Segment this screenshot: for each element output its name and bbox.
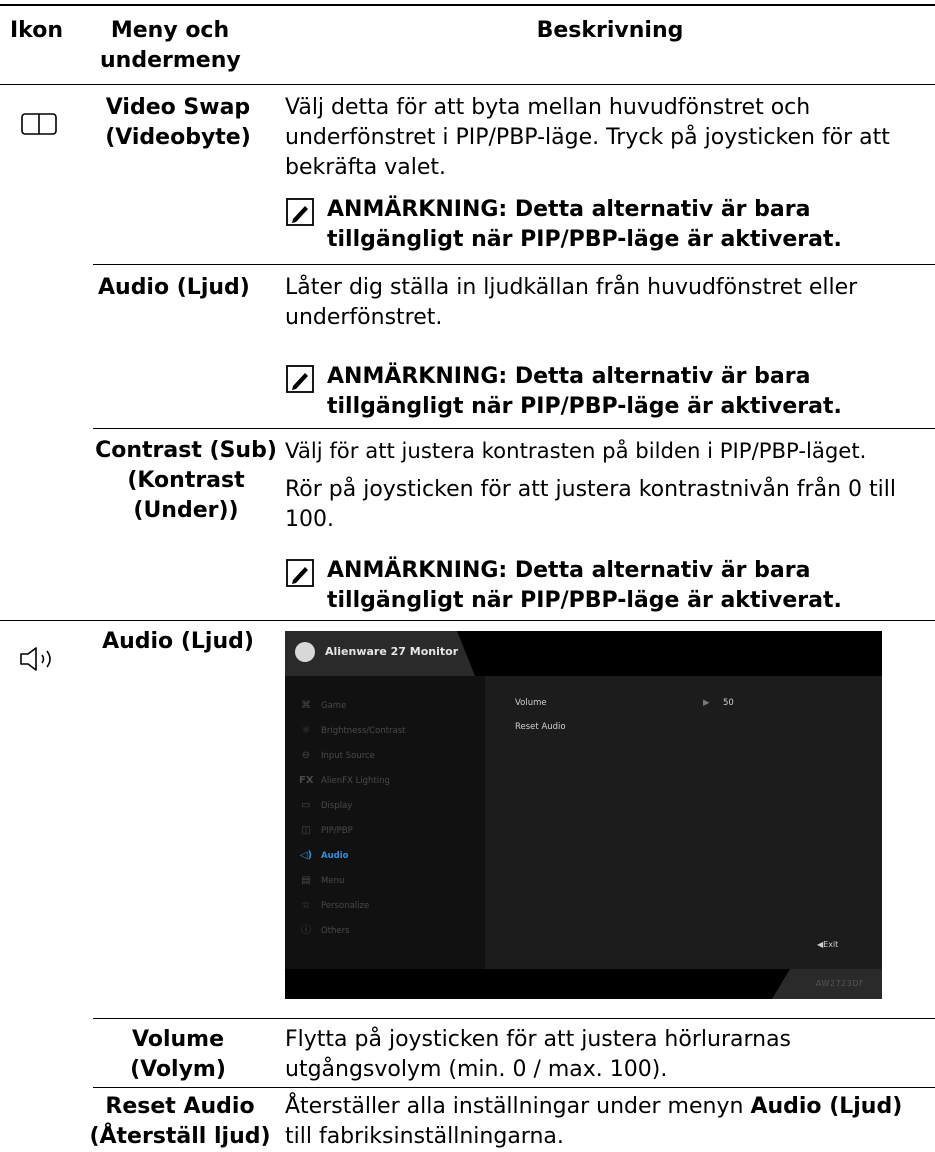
osd-volume-label[interactable]: Volume [515, 698, 547, 708]
osd-menu-item-others[interactable]: ⓘ Others [299, 924, 350, 938]
note-pencil-icon [286, 365, 314, 393]
osd-volume-value: 50 [723, 698, 734, 708]
header-icon: Ikon [10, 18, 64, 43]
osd-title: Alienware 27 Monitor [325, 645, 459, 658]
row-rule [93, 428, 935, 429]
info-icon: ⓘ [301, 925, 311, 936]
row-rule [93, 264, 935, 265]
osd-menu-item-alienfx[interactable]: FX AlienFX Lighting [299, 774, 390, 788]
osd-exit-button[interactable]: ◀Exit [817, 940, 838, 949]
osd-menu-item-game[interactable]: ⌘ Game [299, 699, 346, 713]
row-rule [93, 1087, 935, 1088]
video-swap-description: Välj detta för att byta mellan huvudföns… [285, 95, 890, 180]
osd-model-label: AW2723DF [815, 979, 864, 988]
contrast-sub-menu: Contrast (Sub) (Kontrast (Under)) [95, 438, 277, 523]
osd-settings-panel: Volume ▶ 50 Reset Audio ◀Exit [485, 676, 882, 969]
gamepad-icon: ⌘ [301, 700, 311, 711]
volume-description: Flytta på joysticken för att justera hör… [285, 1027, 792, 1082]
contrast-sub-note: ANMÄRKNING: Detta alternativ är bara til… [327, 558, 842, 613]
monitor-icon: ▭ [301, 800, 311, 811]
speaker-icon: ◁) [299, 850, 313, 861]
pip-icon [21, 113, 57, 135]
osd-menu-item-audio[interactable]: ◁) Audio [299, 849, 349, 863]
volume-menu: Volume (Volym) [130, 1027, 226, 1082]
osd-menu-item-input-source[interactable]: ⊖ Input Source [299, 749, 375, 763]
audio-sub-description: Låter dig ställa in ljudkällan från huvu… [285, 275, 858, 330]
sun-icon: ☼ [301, 725, 311, 736]
header-rule [0, 84, 935, 85]
section-rule [0, 620, 935, 621]
reset-audio-description: Återställer alla inställningar under men… [285, 1094, 903, 1149]
speaker-icon [20, 647, 51, 671]
input-icon: ⊖ [301, 750, 311, 761]
osd-menu-panel: ⌘ Game ☼ Brightness/Contrast ⊖ Input Source… [285, 676, 485, 969]
note-pencil-icon [286, 559, 314, 587]
contrast-sub-description-1: Välj för att justera kontrasten på bilde… [285, 438, 867, 463]
row-rule [93, 1018, 935, 1019]
osd-volume-arrow-icon: ▶ [703, 698, 710, 708]
alienware-logo-icon [295, 642, 315, 662]
pip-icon: ◫ [301, 825, 311, 836]
audio-menu: Audio (Ljud) [102, 629, 254, 654]
audio-sub-note: ANMÄRKNING: Detta alternativ är bara til… [327, 364, 842, 419]
note-pencil-icon [286, 198, 314, 226]
table-top-rule [0, 4, 935, 6]
reset-audio-menu: Reset Audio (Återställ ljud) [89, 1094, 271, 1149]
video-swap-menu: Video Swap (Videobyte) [105, 95, 251, 150]
star-icon: ☆ [301, 900, 311, 911]
osd-reset-audio[interactable]: Reset Audio [515, 722, 566, 732]
osd-menu-item-pip-pbp[interactable]: ◫ PIP/PBP [299, 824, 352, 838]
osd-menu-item-personalize[interactable]: ☆ Personalize [299, 899, 370, 913]
menu-icon: ▤ [301, 875, 311, 886]
header-menu: Meny och undermeny [100, 18, 241, 73]
osd-menu-item-brightness[interactable]: ☼ Brightness/Contrast [299, 724, 406, 738]
osd-menu-item-menu[interactable]: ▤ Menu [299, 874, 344, 888]
contrast-sub-description-2: Rör på joysticken för att justera kontra… [285, 477, 896, 532]
osd-menu-item-display[interactable]: ▭ Display [299, 799, 352, 813]
video-swap-note: ANMÄRKNING: Detta alternativ är bara til… [327, 197, 842, 252]
audio-sub-menu: Audio (Ljud) [98, 275, 250, 300]
header-description: Beskrivning [536, 18, 684, 43]
fx-icon: FX [299, 775, 314, 786]
osd-screenshot: Alienware 27 Monitor ⌘ Game ☼ Brightness/C… [285, 631, 882, 999]
